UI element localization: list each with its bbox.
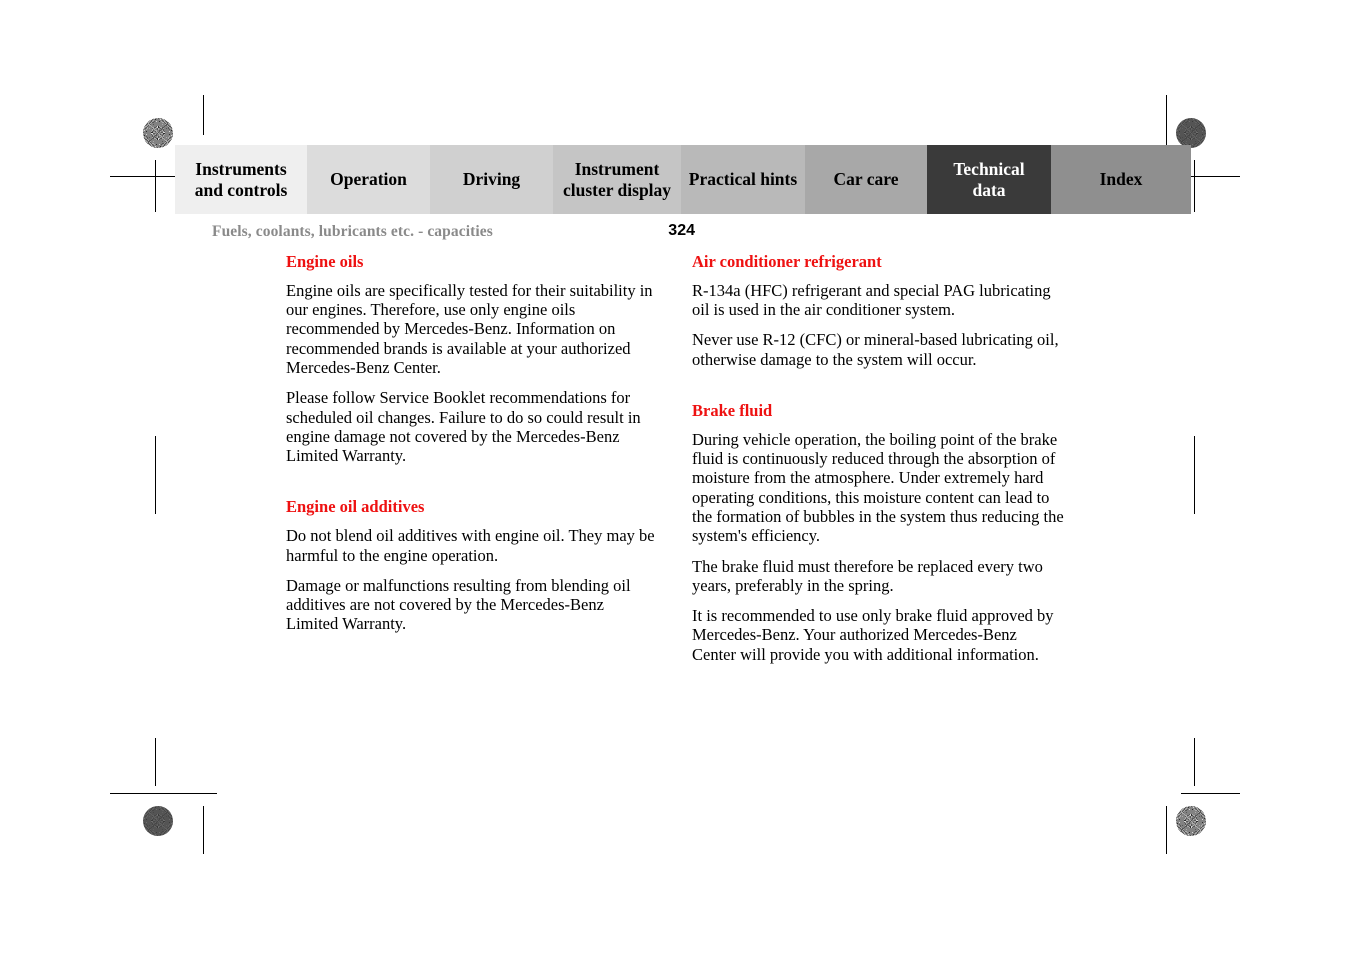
trim-line-bottom-right-vertical-2 [1166, 806, 1168, 854]
trim-line-bottom-left-vertical [155, 738, 157, 786]
chapter-tab-instrument-cluster-display[interactable]: Instrument cluster display [553, 145, 681, 214]
body-paragraph: Never use R-12 (CFC) or mineral-based lu… [692, 330, 1059, 369]
section-heading: Brake fluid [692, 400, 773, 420]
trim-line-top-left-vertical [155, 160, 157, 212]
starburst-mark-bottom-right [1176, 806, 1206, 836]
trim-line-bottom-left-vertical-2 [203, 806, 205, 854]
chapter-tab-operation[interactable]: Operation [307, 145, 430, 214]
trim-line-middle-left-vertical [155, 436, 157, 514]
chapter-tab-driving[interactable]: Driving [430, 145, 553, 214]
chapter-tab-label: Driving [462, 169, 521, 190]
trim-line-middle-right-vertical [1194, 436, 1196, 514]
registration-mark-bottom-center [659, 806, 693, 840]
body-paragraph: Engine oils are specifically tested for … [286, 280, 653, 377]
chapter-tab-technical-data[interactable]: Technical data [927, 145, 1051, 214]
chapter-tab-label: Car care [833, 169, 899, 190]
chapter-tab-label: Instruments and controls [194, 159, 288, 200]
trim-line-bottom-left [110, 793, 217, 795]
section-heading: Air conditioner refrigerant [692, 252, 882, 271]
registration-mark-bottom-right-inner [1130, 806, 1164, 840]
page-number: 324 [668, 222, 695, 239]
starburst-mark-bottom-left [143, 806, 173, 836]
trim-line-bottom-right-vertical [1194, 738, 1196, 786]
left-text-column: Engine oils Engine oils are specifically … [286, 252, 658, 634]
registration-mark-top-right-inner [1130, 113, 1164, 147]
starburst-mark-top-left [143, 118, 173, 148]
chapter-tab-practical-hints[interactable]: Practical hints [681, 145, 805, 214]
trim-line-top-right-vertical [1194, 160, 1196, 212]
trim-line-top-right-vertical-2 [1166, 95, 1168, 147]
chapter-tab-label: Instrument cluster display [562, 159, 672, 200]
chapter-tab-index[interactable]: Index [1051, 145, 1191, 214]
body-paragraph: The brake fluid must therefore be replac… [692, 556, 1043, 595]
trim-line-top-left-vertical-2 [203, 95, 205, 135]
chapter-tab-bar: Instruments and controls Operation Driving I… [175, 145, 1191, 214]
body-paragraph: During vehicle operation, the boiling po… [692, 429, 1064, 546]
chapter-tab-car-care[interactable]: Car care [805, 145, 927, 214]
chapter-tab-label: Technical data [953, 159, 1025, 200]
section-heading: Engine oils [286, 252, 364, 271]
section-heading: Engine oil additives [286, 497, 425, 517]
body-paragraph: Please follow Service Booklet recommenda… [286, 388, 641, 466]
trim-line-bottom-right [1181, 793, 1240, 795]
starburst-mark-top-right [1176, 118, 1206, 148]
running-head: Fuels, coolants, lubricants etc. - capac… [212, 223, 493, 240]
body-paragraph: Do not blend oil additives with engine o… [286, 526, 655, 565]
body-paragraph: It is recommended to use only brake flui… [692, 606, 1054, 664]
body-paragraph: R-134a (HFC) refrigerant and special PAG… [692, 280, 1051, 320]
chapter-tab-label: Index [1099, 169, 1143, 190]
manual-page: Instruments and controls Operation Driving I… [0, 0, 1351, 954]
body-paragraph: Damage or malfunctions resulting from bl… [286, 575, 631, 634]
right-text-column: Air conditioner refrigerant R-134a (HFC) … [692, 252, 1064, 664]
chapter-tab-label: Operation [330, 169, 407, 190]
chapter-tab-instruments-and-controls[interactable]: Instruments and controls [175, 145, 307, 214]
chapter-tab-label: Practical hints [688, 169, 798, 190]
